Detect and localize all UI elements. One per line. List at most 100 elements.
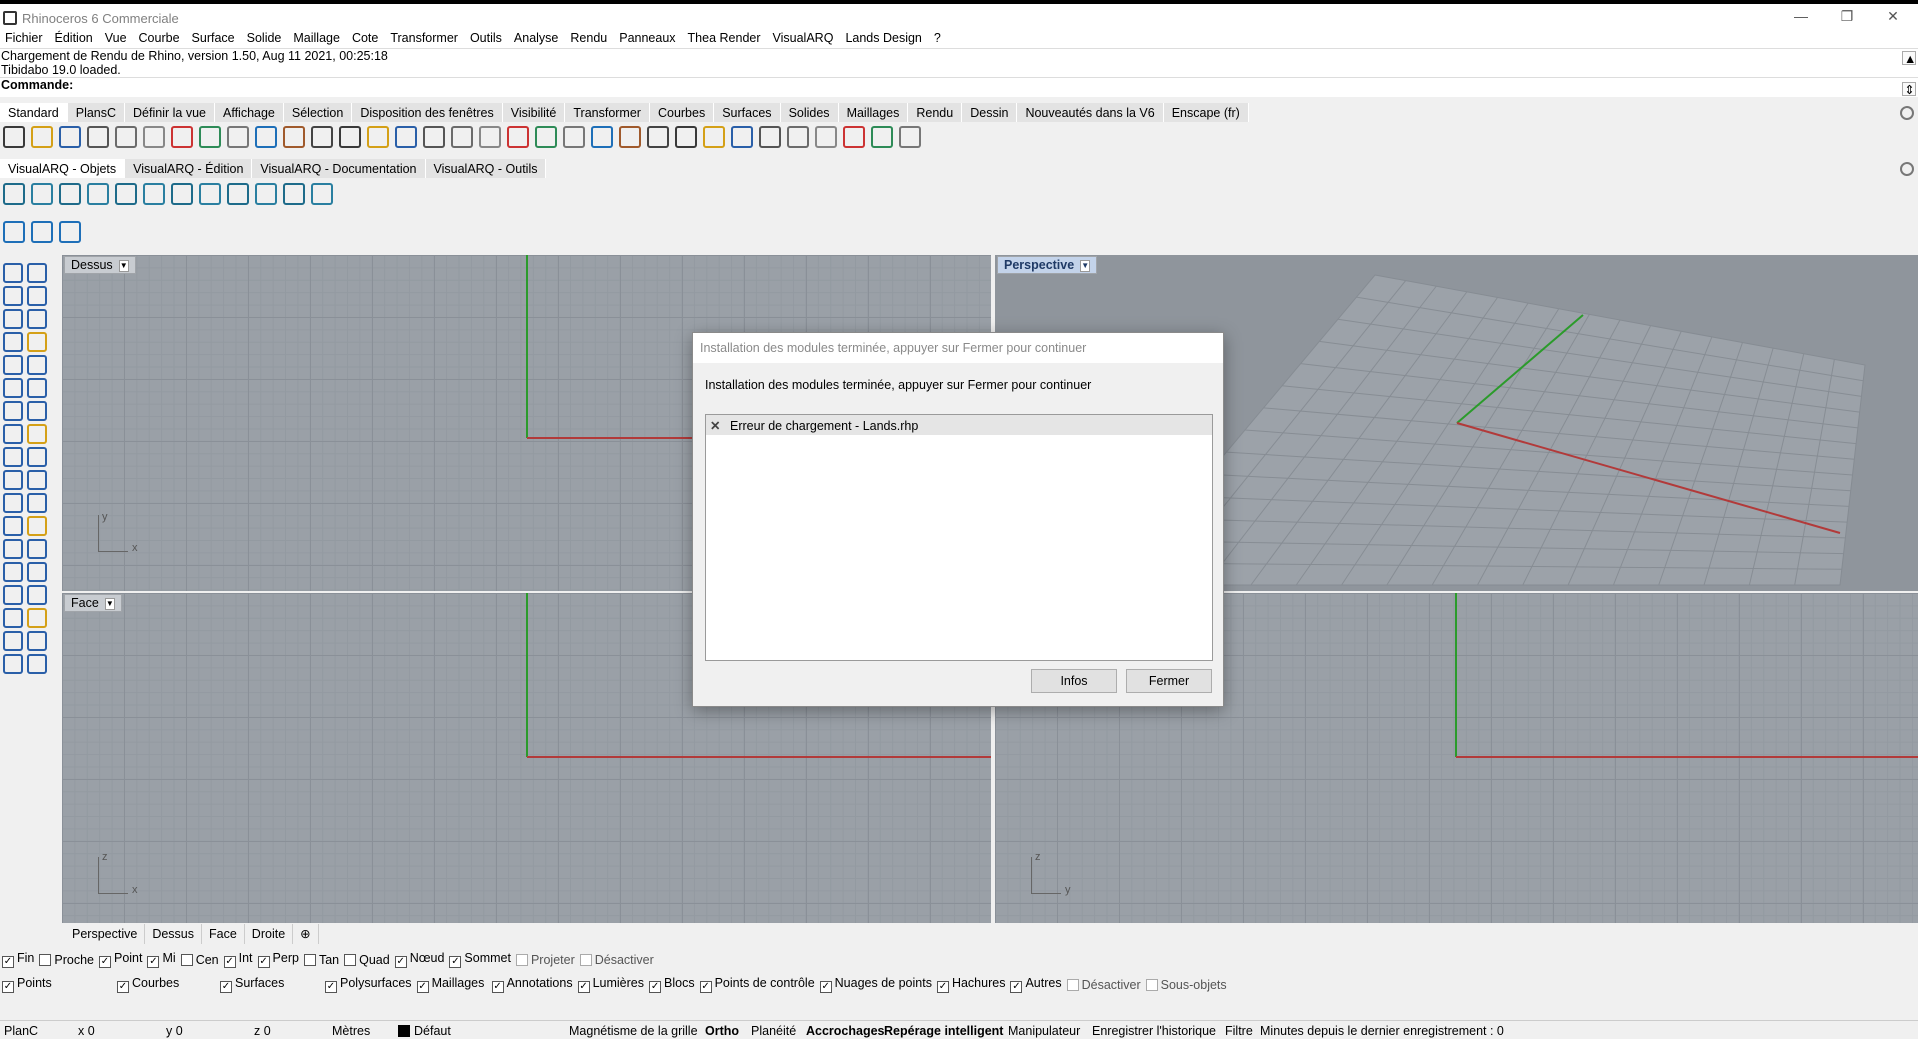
- grid-icon[interactable]: [3, 539, 23, 559]
- toolbar-tab[interactable]: Courbes: [649, 103, 715, 122]
- checkbox-points-de-contr-le[interactable]: ✓ Points de contrôle: [699, 976, 815, 993]
- construction-plane[interactable]: PlanC: [4, 1024, 38, 1038]
- polyline-icon[interactable]: [27, 631, 47, 651]
- check-icon[interactable]: [3, 585, 23, 605]
- menu-item[interactable]: VisualARQ: [773, 31, 834, 45]
- toolbar-tab[interactable]: Rendu: [908, 103, 963, 122]
- line-icon[interactable]: [3, 631, 23, 651]
- analyze-icon[interactable]: [27, 585, 47, 605]
- help-icon[interactable]: [899, 126, 921, 148]
- slab-icon[interactable]: [59, 183, 81, 205]
- extrude-icon[interactable]: [3, 424, 23, 444]
- curtain-wall-icon[interactable]: [31, 183, 53, 205]
- mesh-icon[interactable]: [3, 562, 23, 582]
- checkbox-box[interactable]: [344, 953, 357, 966]
- zoom-selected-icon[interactable]: [395, 126, 417, 148]
- toolbar-tab[interactable]: Affichage: [214, 103, 284, 122]
- array-icon[interactable]: [3, 447, 23, 467]
- checkbox-box[interactable]: [303, 953, 316, 966]
- user-icon[interactable]: [311, 183, 333, 205]
- rotate-view-icon[interactable]: [423, 126, 445, 148]
- checkbox-box[interactable]: [180, 953, 193, 966]
- polyline-icon[interactable]: [27, 286, 47, 306]
- checkbox-d-sactiver[interactable]: Désactiver: [1066, 978, 1141, 992]
- status-toggle-planar[interactable]: Planéité: [751, 1024, 796, 1038]
- gear-icon[interactable]: [1900, 106, 1914, 120]
- rectangle-icon[interactable]: [3, 332, 23, 352]
- globe-icon[interactable]: [871, 126, 893, 148]
- sphere-icon[interactable]: [27, 401, 47, 421]
- render-refresh-icon[interactable]: [59, 221, 81, 243]
- checkbox-box[interactable]: ✓: [223, 956, 236, 968]
- layer-icon[interactable]: [647, 126, 669, 148]
- viewport-tab[interactable]: Perspective: [65, 924, 146, 944]
- checkbox-box[interactable]: ✓: [649, 981, 662, 993]
- point-icon[interactable]: [27, 608, 47, 628]
- status-toggle-osnap[interactable]: Accrochages: [806, 1024, 885, 1038]
- menu-item[interactable]: Outils: [470, 31, 502, 45]
- spin-icon[interactable]: ⇕: [1902, 82, 1916, 97]
- toolbar-tab[interactable]: Solides: [780, 103, 839, 122]
- explode-icon[interactable]: [3, 493, 23, 513]
- pan-hand-icon[interactable]: [255, 126, 277, 148]
- render-sphere-icon[interactable]: [731, 126, 753, 148]
- plugin-list[interactable]: ✕ Erreur de chargement - Lands.rhp: [705, 414, 1213, 661]
- beam-icon[interactable]: [255, 183, 277, 205]
- close-window-button[interactable]: ✕: [1870, 8, 1916, 30]
- toolbar-tab[interactable]: VisualARQ - Outils: [425, 159, 547, 178]
- status-toggle-gumball[interactable]: Manipulateur: [1008, 1024, 1080, 1038]
- loft-icon[interactable]: [27, 424, 47, 444]
- chevron-down-icon[interactable]: ▼: [104, 597, 115, 610]
- zoom-icon[interactable]: [311, 126, 333, 148]
- checkbox-box[interactable]: [579, 953, 592, 966]
- toolbar-tab[interactable]: VisualARQ - Édition: [125, 159, 253, 178]
- status-toggle-filter[interactable]: Filtre: [1225, 1024, 1253, 1038]
- checkbox-nuages-de-points[interactable]: ✓ Nuages de points: [819, 976, 932, 993]
- dimension-icon[interactable]: [27, 516, 47, 536]
- checkbox-box[interactable]: ✓: [147, 956, 160, 968]
- polygon-icon[interactable]: [27, 355, 47, 375]
- checkbox-perp[interactable]: ✓ Perp: [257, 951, 299, 968]
- shade-icon[interactable]: [703, 126, 725, 148]
- close-button[interactable]: Fermer: [1126, 669, 1212, 693]
- checkbox-int[interactable]: ✓ Int: [223, 951, 253, 968]
- checkbox-n-ud[interactable]: ✓ Nœud: [394, 951, 444, 968]
- toolbar-tab[interactable]: Transformer: [565, 103, 650, 122]
- select-icon[interactable]: [3, 608, 23, 628]
- viewport-tab[interactable]: ⊕: [293, 924, 319, 944]
- toolbar-tab[interactable]: Maillages: [838, 103, 909, 122]
- menu-item[interactable]: Courbe: [139, 31, 180, 45]
- scroll-up-icon[interactable]: ▲: [1902, 51, 1916, 66]
- save-icon[interactable]: [59, 126, 81, 148]
- boolean-icon[interactable]: [3, 470, 23, 490]
- surface-icon[interactable]: [3, 378, 23, 398]
- checkbox-maillages[interactable]: ✓ Maillages: [416, 976, 487, 993]
- cut-icon[interactable]: [143, 126, 165, 148]
- toolbar-tab[interactable]: Dessin: [962, 103, 1018, 122]
- menu-item[interactable]: ?: [934, 31, 941, 45]
- point-icon[interactable]: [27, 263, 47, 283]
- checkbox-proche[interactable]: Proche: [39, 953, 94, 967]
- checkbox-box[interactable]: ✓: [2, 956, 14, 968]
- checkbox-courbes[interactable]: ✓ Courbes: [117, 976, 215, 993]
- menu-item[interactable]: Solide: [247, 31, 282, 45]
- move-icon[interactable]: [283, 126, 305, 148]
- checkbox-box[interactable]: [515, 953, 528, 966]
- patch-icon[interactable]: [27, 378, 47, 398]
- paste-icon[interactable]: [199, 126, 221, 148]
- status-toggle-smarttrack[interactable]: Repérage intelligent: [884, 1024, 1003, 1038]
- curve-icon[interactable]: [27, 332, 47, 352]
- select-icon[interactable]: [563, 126, 585, 148]
- toolbar-tab[interactable]: VisualARQ - Documentation: [252, 159, 426, 178]
- toolbar-tab[interactable]: Enscape (fr): [1163, 103, 1249, 122]
- column-icon[interactable]: [87, 183, 109, 205]
- checkbox-projeter[interactable]: Projeter: [515, 953, 575, 967]
- copy-icon[interactable]: [171, 126, 193, 148]
- toolbar-tab[interactable]: Standard: [0, 103, 68, 122]
- zoom-window-icon[interactable]: [339, 126, 361, 148]
- light-icon[interactable]: [591, 126, 613, 148]
- status-toggle-ortho[interactable]: Ortho: [705, 1024, 739, 1038]
- calendar-icon[interactable]: [535, 126, 557, 148]
- new-file-icon[interactable]: [3, 126, 25, 148]
- color-wheel-icon[interactable]: [675, 126, 697, 148]
